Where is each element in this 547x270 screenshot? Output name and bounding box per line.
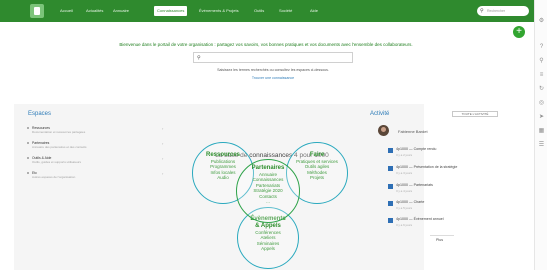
space-desc: Autres espaces de l'organisation: [32, 175, 76, 179]
top-search-placeholder: Rechercher: [487, 9, 506, 13]
document-icon: [388, 148, 393, 153]
circle-title: Faire: [309, 152, 325, 158]
bullet-icon: [27, 157, 29, 159]
activity-item-name: 4p1000 — Partenariats: [396, 183, 433, 187]
nav-item-aide[interactable]: Aide: [310, 6, 318, 16]
share-icon[interactable]: ➤: [538, 114, 545, 121]
space-item[interactable]: Partenaires Annuaire des partenaires et …: [27, 141, 172, 149]
circle-item: Appels: [261, 246, 275, 252]
search-icon[interactable]: ⚲: [538, 58, 545, 65]
top-search-input[interactable]: ⚲ Rechercher: [477, 6, 529, 16]
plus-icon: +: [516, 26, 522, 37]
activity-item-date: Il y a 2 jours: [396, 153, 413, 157]
document-icon: [388, 218, 393, 223]
bullet-icon: [27, 172, 29, 174]
spaces-title: Espaces: [28, 111, 52, 117]
circle-partenaires[interactable]: Partenaires Annuaire Connaissances Parte…: [236, 159, 300, 223]
right-sidebar: ⚙ ? ⚲ ≡ ↻ ◎ ➤ ▦ ☰: [534, 0, 547, 270]
chevron-right-icon: ›: [162, 126, 164, 131]
search-hint: Saisissez les termes recherchés ou consu…: [217, 68, 329, 72]
nav-item-connaissances[interactable]: Connaissances: [154, 6, 188, 16]
activity-item-name: 4p1000 — Compte rendu: [396, 147, 437, 151]
question-icon[interactable]: ?: [538, 44, 545, 51]
space-desc: Outils, guides et supports utilisateurs: [32, 160, 82, 164]
circle-title: Partenaires: [251, 165, 285, 171]
activity-item-name: 4p1000 — Charte: [396, 200, 425, 204]
nav-item-outils[interactable]: Outils: [254, 6, 264, 16]
activity-title: Activité: [370, 111, 390, 117]
circle-item: ...: [266, 199, 270, 205]
document-icon: [388, 201, 393, 206]
activity-divider: [430, 235, 454, 236]
search-icon: ⚲: [480, 8, 484, 14]
settings-icon[interactable]: ◎: [538, 100, 545, 107]
all-activity-button[interactable]: TOUTE L'ACTIVITÉ: [452, 111, 498, 117]
space-desc: Documentation et ressources partagées: [32, 130, 86, 134]
grid-icon[interactable]: ▦: [538, 128, 545, 135]
logo-icon[interactable]: [30, 4, 44, 18]
nav-item-actualites[interactable]: Actualités: [86, 6, 103, 16]
nav-item-annuaire[interactable]: Annuaire: [113, 6, 129, 16]
gear-icon[interactable]: ⚙: [538, 18, 545, 25]
top-navigation-bar: Accueil Actualités Annuaire Connaissance…: [0, 0, 534, 22]
activity-more-link[interactable]: Plus: [436, 238, 443, 242]
welcome-message: Bienvenue dans le portail de votre organ…: [119, 42, 413, 47]
chevron-right-icon: ›: [162, 141, 164, 146]
search-icon: ⚲: [197, 55, 201, 61]
chevron-right-icon: ›: [162, 156, 164, 161]
chevron-right-icon: ›: [162, 171, 164, 176]
main-search-input[interactable]: ⚲: [193, 52, 353, 63]
stack-icon[interactable]: ☰: [538, 142, 545, 149]
space-item[interactable]: Outils & Aide Outils, guides et supports…: [27, 156, 172, 164]
activity-item-name: 4p1000 — Présentation de la stratégie: [396, 165, 458, 169]
activity-item-date: Il y a 5 jours: [396, 206, 413, 210]
nav-item-societe[interactable]: Société: [279, 6, 292, 16]
space-item[interactable]: Etc Autres espaces de l'organisation ›: [27, 171, 172, 179]
filter-icon[interactable]: ≡: [538, 72, 545, 79]
activity-item-date: Il y a 6 jours: [396, 223, 413, 227]
bullet-icon: [27, 127, 29, 129]
avatar[interactable]: [378, 125, 389, 136]
circle-title: Ressources: [205, 152, 241, 158]
document-icon: [388, 184, 393, 189]
nav-item-accueil[interactable]: Accueil: [60, 6, 73, 16]
activity-item-date: Il y a 4 jours: [396, 189, 413, 193]
activity-user[interactable]: Fabienne Bardet: [398, 129, 428, 134]
search-link[interactable]: Trouver une connaissance: [190, 76, 356, 80]
activity-item-date: Il y a 3 jours: [396, 171, 413, 175]
activity-item-name: 4p1000 — Évènement annuel: [396, 217, 444, 221]
refresh-icon[interactable]: ↻: [538, 86, 545, 93]
bullet-icon: [27, 142, 29, 144]
nav-item-evenements[interactable]: Événements & Projets: [199, 6, 239, 16]
space-item[interactable]: Ressources Documentation et ressources p…: [27, 126, 172, 134]
add-button[interactable]: +: [513, 26, 525, 38]
document-icon: [388, 166, 393, 171]
space-desc: Annuaire des partenaires et des contacts: [32, 145, 87, 149]
